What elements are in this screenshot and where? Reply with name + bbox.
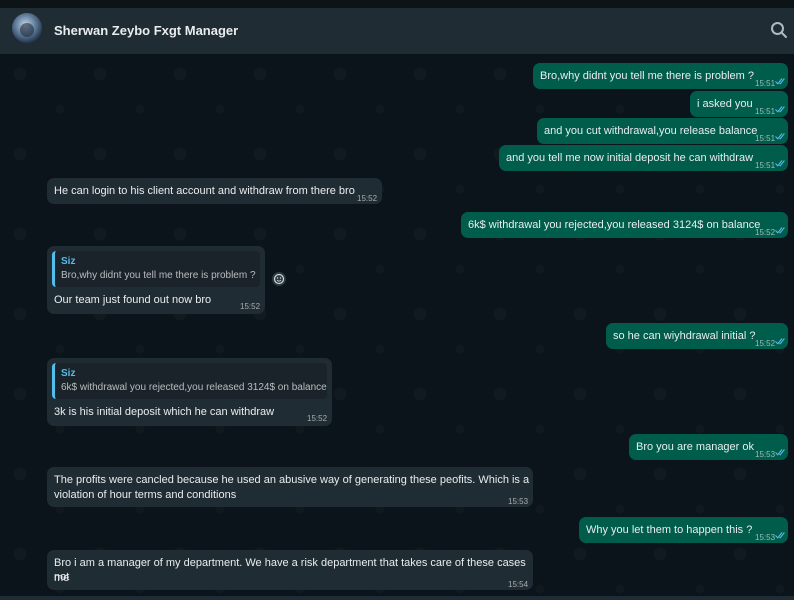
- message-time: 15:51: [755, 134, 776, 143]
- outgoing-message[interactable]: Bro,why didnt you tell me there is probl…: [533, 63, 788, 89]
- incoming-message[interactable]: The profits were cancled because he used…: [47, 467, 533, 507]
- message-time: 15:53: [755, 533, 776, 542]
- incoming-message[interactable]: He can login to his client account and w…: [47, 178, 382, 204]
- contact-name[interactable]: Sherwan Zeybo Fxgt Manager: [54, 23, 238, 38]
- message-time: 15:51: [755, 79, 776, 88]
- double-check-icon: [775, 227, 785, 234]
- message-time: 15:51: [755, 161, 776, 170]
- window-top-strip: [0, 0, 794, 8]
- message-list[interactable]: Bro,why didnt you tell me there is probl…: [0, 54, 794, 600]
- chat-header: Sherwan Zeybo Fxgt Manager: [0, 8, 794, 54]
- message-time: 15:51: [755, 107, 776, 116]
- message-text-line: me: [54, 572, 70, 584]
- message-text: He can login to his client account and w…: [54, 185, 355, 197]
- message-time: 15:52: [307, 414, 328, 423]
- double-check-icon: [775, 106, 785, 113]
- outgoing-message[interactable]: i asked you 15:51: [690, 91, 788, 117]
- double-check-icon: [775, 78, 785, 85]
- avatar[interactable]: [12, 13, 42, 43]
- quoted-author: Siz: [61, 256, 76, 267]
- quoted-message[interactable]: Siz 6k$ withdrawal you rejected,you rele…: [52, 363, 327, 399]
- message-text-line: violation of hour terms and conditions: [54, 489, 237, 501]
- incoming-reply-message[interactable]: Siz Bro,why didnt you tell me there is p…: [47, 246, 265, 314]
- double-check-icon: [775, 338, 785, 345]
- outgoing-message[interactable]: and you cut withdrawal,you release balan…: [537, 118, 788, 144]
- quoted-message[interactable]: Siz Bro,why didnt you tell me there is p…: [52, 251, 260, 287]
- message-text: and you tell me now initial deposit he c…: [506, 152, 754, 164]
- message-text-line: The profits were cancled because he used…: [54, 474, 530, 486]
- message-text: so he can wiyhdrawal initial ?: [613, 330, 756, 342]
- composer-edge: [0, 596, 794, 600]
- double-check-icon: [775, 160, 785, 167]
- message-time: 15:52: [755, 228, 776, 237]
- outgoing-message[interactable]: 6k$ withdrawal you rejected,you released…: [461, 212, 788, 238]
- message-text: 6k$ withdrawal you rejected,you released…: [468, 219, 761, 231]
- message-text-line: Bro i am a manager of my department. We …: [54, 557, 526, 583]
- message-time: 15:53: [508, 497, 529, 506]
- message-time: 15:53: [755, 450, 776, 459]
- message-text: and you cut withdrawal,you release balan…: [544, 125, 758, 137]
- message-text: i asked you: [697, 98, 753, 110]
- message-text: Why you let them to happen this ?: [586, 524, 753, 536]
- double-check-icon: [775, 133, 785, 140]
- message-time: 15:52: [357, 194, 378, 203]
- quoted-author: Siz: [61, 368, 76, 379]
- outgoing-message[interactable]: so he can wiyhdrawal initial ? 15:52: [606, 323, 788, 349]
- message-text: 3k is his initial deposit which he can w…: [54, 406, 275, 418]
- outgoing-message[interactable]: and you tell me now initial deposit he c…: [499, 145, 788, 171]
- message-time: 15:52: [240, 302, 261, 311]
- message-text: Bro,why didnt you tell me there is probl…: [540, 70, 754, 82]
- message-time: 15:54: [508, 580, 529, 589]
- message-time: 15:52: [755, 339, 776, 348]
- search-icon[interactable]: [770, 21, 792, 43]
- double-check-icon: [775, 449, 785, 456]
- quoted-text: Bro,why didnt you tell me there is probl…: [61, 270, 256, 281]
- double-check-icon: [775, 532, 785, 539]
- quoted-text: 6k$ withdrawal you rejected,you released…: [61, 382, 327, 393]
- incoming-message[interactable]: Bro i am a manager of my department. We …: [47, 550, 533, 590]
- message-text: Our team just found out now bro: [54, 294, 212, 306]
- incoming-reply-message[interactable]: Siz 6k$ withdrawal you rejected,you rele…: [47, 358, 332, 426]
- outgoing-message[interactable]: Bro you are manager ok 15:53: [629, 434, 788, 460]
- outgoing-message[interactable]: Why you let them to happen this ? 15:53: [579, 517, 788, 543]
- message-text: Bro you are manager ok: [636, 441, 755, 453]
- emoji-icon[interactable]: [272, 272, 286, 286]
